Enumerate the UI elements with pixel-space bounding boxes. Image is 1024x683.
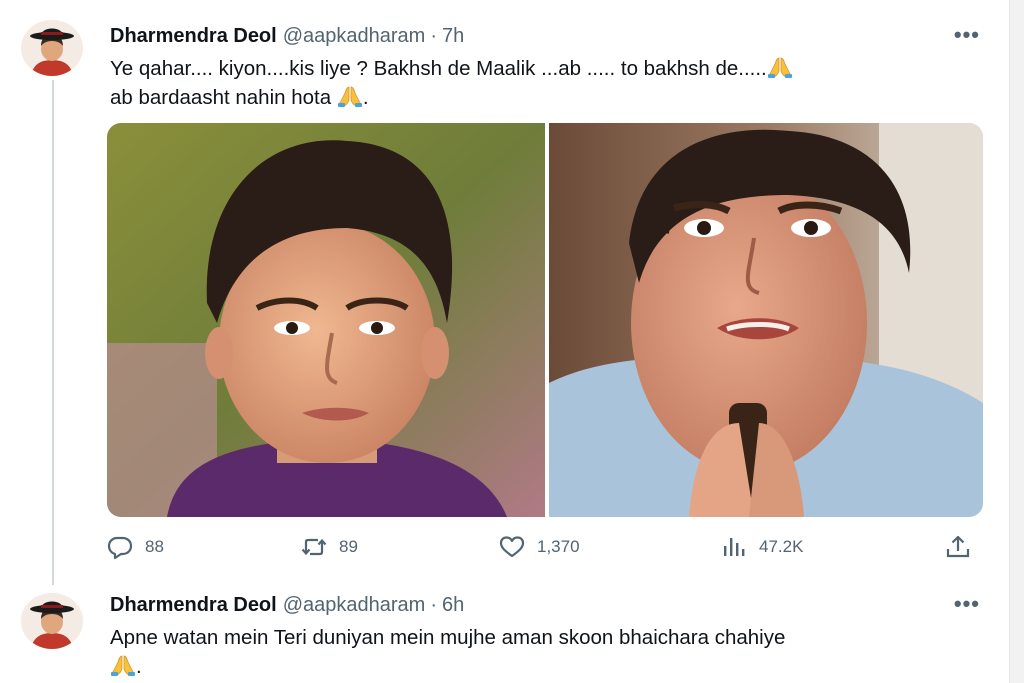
tweet-2[interactable]: Dharmendra Deol @aapkadharam · 6h ••• Ap… <box>0 585 1010 683</box>
media-photo-right[interactable] <box>549 123 983 517</box>
author-name[interactable]: Dharmendra Deol <box>110 25 277 48</box>
share-button[interactable] <box>945 534 971 560</box>
tweet-text-period: . <box>136 655 142 678</box>
like-button[interactable]: 1,370 <box>499 534 580 560</box>
like-count: 1,370 <box>537 537 580 556</box>
separator-dot: · <box>430 24 437 47</box>
avatar[interactable] <box>21 20 83 76</box>
tweet-text-period: . <box>362 86 369 109</box>
share-icon <box>946 535 970 558</box>
more-options-icon[interactable]: ••• <box>954 22 980 48</box>
folded-hands-emoji-icon <box>110 653 136 677</box>
folded-hands-emoji-icon <box>337 84 363 108</box>
tweet-1[interactable]: Dharmendra Deol @aapkadharam · 7h ••• Ye… <box>0 0 1010 585</box>
portrait-photo-left <box>107 123 545 517</box>
repost-count: 89 <box>339 537 358 556</box>
reply-icon <box>107 536 133 560</box>
repost-button[interactable]: 89 <box>301 534 358 560</box>
reply-count: 88 <box>145 537 164 556</box>
tweet-text-line-1: Apne watan mein Teri duniyan mein mujhe … <box>110 626 786 649</box>
tweet-header: Dharmendra Deol @aapkadharam · 6h <box>110 593 970 617</box>
author-handle[interactable]: @aapkadharam <box>283 25 426 48</box>
reply-button[interactable]: 88 <box>107 534 164 560</box>
tweet-text-line-1: Ye qahar.... kiyon....kis liye ? Bakhsh … <box>110 57 767 80</box>
media-grid[interactable] <box>107 123 983 517</box>
tweet-header: Dharmendra Deol @aapkadharam · 7h <box>110 24 970 48</box>
media-photo-left[interactable] <box>107 123 545 517</box>
tweet-text: Ye qahar.... kiyon....kis liye ? Bakhsh … <box>110 54 950 112</box>
tweet-text: Apne watan mein Teri duniyan mein mujhe … <box>110 623 950 681</box>
author-handle[interactable]: @aapkadharam <box>283 594 426 617</box>
repost-icon <box>301 538 327 556</box>
window-edge <box>1009 0 1024 683</box>
tweet-actions: 88 89 1,370 47.2K <box>107 534 983 562</box>
views-button[interactable]: 47.2K <box>721 534 803 560</box>
heart-icon <box>499 536 525 558</box>
bar-chart-icon <box>724 538 745 556</box>
more-options-icon[interactable]: ••• <box>954 591 980 617</box>
profile-photo-icon <box>21 20 83 76</box>
profile-photo-icon <box>21 593 83 649</box>
portrait-photo-right <box>549 123 983 517</box>
avatar[interactable] <box>21 593 83 649</box>
folded-hands-emoji-icon <box>767 55 793 79</box>
tweet-text-line-2: ab bardaasht nahin hota <box>110 86 332 109</box>
separator-dot: · <box>430 593 437 616</box>
timestamp[interactable]: 6h <box>442 594 464 617</box>
view-count: 47.2K <box>759 537 804 556</box>
author-name[interactable]: Dharmendra Deol <box>110 594 277 617</box>
timestamp[interactable]: 7h <box>442 25 464 48</box>
